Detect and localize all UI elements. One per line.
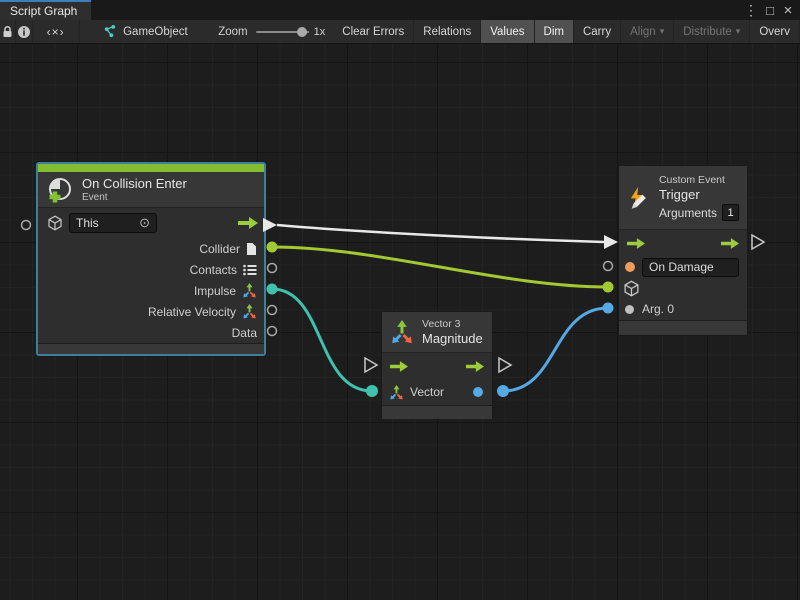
zoom-slider-handle[interactable]: [297, 27, 307, 37]
port-trigger-flow-output[interactable]: [752, 235, 764, 249]
port-magnitude-flow-input[interactable]: [365, 358, 377, 372]
script-graph-icon: [102, 24, 117, 39]
port-vector-input[interactable]: [366, 385, 378, 397]
clear-errors-button[interactable]: Clear Errors: [333, 20, 414, 43]
zoom-slider[interactable]: [256, 20, 309, 43]
wire-impulse-to-vector[interactable]: [272, 289, 372, 391]
port-event-flow-output[interactable]: [263, 218, 277, 232]
wire-flow-event-to-trigger[interactable]: [277, 225, 604, 242]
maximize-icon[interactable]: □: [761, 0, 779, 20]
port-event-name-input[interactable]: [604, 262, 613, 271]
relations-button[interactable]: Relations: [414, 20, 481, 43]
port-magnitude-flow-output[interactable]: [499, 358, 511, 372]
zoom-value: 1x: [309, 20, 334, 43]
window-menu-icon[interactable]: ⋮: [742, 0, 760, 20]
gameobject-label: GameObject: [123, 26, 188, 38]
chevron-down-icon: ▾: [660, 26, 665, 37]
code-icon: ‹×›: [47, 25, 65, 39]
port-data-output[interactable]: [268, 327, 277, 336]
lock-icon: [1, 25, 14, 39]
wire-magnitude-to-arg0[interactable]: [503, 308, 608, 391]
port-arg0-input[interactable]: [603, 303, 614, 314]
dim-toggle[interactable]: Dim: [535, 20, 574, 43]
port-impulse-output[interactable]: [267, 284, 278, 295]
connections-layer: [0, 44, 800, 600]
port-contacts-output[interactable]: [268, 264, 277, 273]
port-relative-velocity-output[interactable]: [268, 306, 277, 315]
info-icon: [17, 25, 31, 39]
unity-visual-scripting-window: Script Graph ⋮ □ × ‹×›: [0, 0, 800, 600]
code-view-toggle[interactable]: ‹×›: [33, 20, 80, 43]
wire-collider-to-target[interactable]: [272, 247, 608, 287]
lock-button[interactable]: [0, 20, 16, 43]
title-bar: Script Graph ⋮ □ ×: [0, 0, 800, 20]
port-collider-output[interactable]: [267, 242, 278, 253]
distribute-label: Distribute: [683, 26, 732, 38]
port-trigger-target-input[interactable]: [603, 282, 614, 293]
toolbar-spacer: [80, 20, 94, 43]
tab-title: Script Graph: [10, 4, 77, 18]
zoom-label: Zoom: [210, 20, 255, 43]
carry-toggle[interactable]: Carry: [574, 20, 621, 43]
overview-button[interactable]: Overv: [750, 20, 800, 43]
close-icon[interactable]: ×: [779, 0, 797, 20]
toolbar-spacer: [197, 20, 211, 43]
port-trigger-flow-input[interactable]: [604, 235, 618, 249]
graph-canvas[interactable]: On Collision Enter Event This ⊙: [0, 44, 800, 600]
tab-script-graph[interactable]: Script Graph: [0, 0, 91, 20]
align-dropdown[interactable]: Align ▾: [621, 20, 674, 43]
distribute-dropdown[interactable]: Distribute ▾: [674, 20, 750, 43]
gameobject-button[interactable]: GameObject: [93, 20, 197, 43]
align-label: Align: [630, 26, 656, 38]
chevron-down-icon: ▾: [736, 26, 741, 37]
graph-toolbar: ‹×› GameObject Zoom 1x Clear Errors Rela…: [0, 20, 800, 44]
info-button[interactable]: [16, 20, 32, 43]
port-magnitude-value-output[interactable]: [497, 385, 509, 397]
values-toggle[interactable]: Values: [481, 20, 534, 43]
port-event-target-input[interactable]: [22, 221, 31, 230]
